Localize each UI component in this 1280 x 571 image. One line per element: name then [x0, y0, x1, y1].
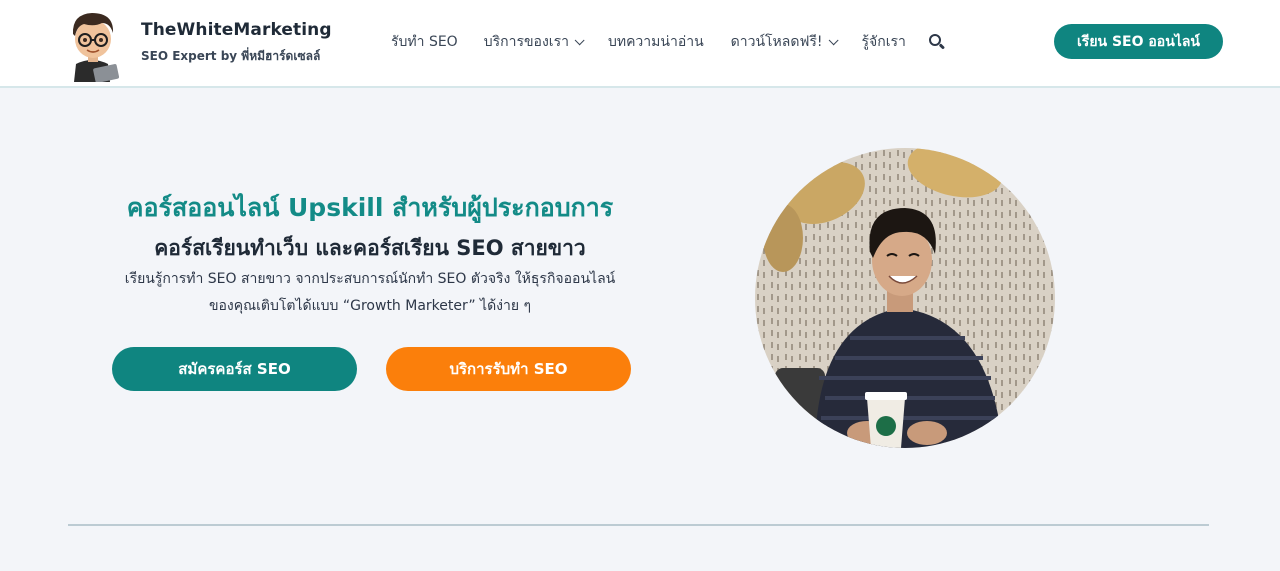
nav-item-label: บทความน่าอ่าน — [607, 34, 704, 50]
brand-title[interactable]: TheWhiteMarketing — [141, 20, 332, 40]
chevron-down-icon — [574, 34, 585, 45]
register-seo-course-button[interactable]: สมัครคอร์ส SEO — [112, 347, 357, 391]
nav-item-seo-service[interactable]: รับทำ SEO — [391, 31, 458, 53]
hero-subtitle: คอร์สเรียนทำเว็บ และคอร์สเรียน SEO สายขา… — [154, 236, 586, 260]
nav-item-our-services[interactable]: บริการของเรา — [483, 31, 585, 53]
seo-service-button[interactable]: บริการรับทำ SEO — [386, 347, 631, 391]
chevron-down-icon — [828, 34, 839, 45]
hero-description: เรียนรู้การทำ SEO สายขาว จากประสบการณ์นั… — [92, 266, 648, 320]
nav-item-about-us[interactable]: รู้จักเรา — [862, 31, 906, 53]
nav-item-articles[interactable]: บทความน่าอ่าน — [608, 31, 704, 53]
nav-item-label: ดาวน์โหลดฟรี! — [730, 34, 823, 50]
nav-item-label: บริการของเรา — [483, 34, 569, 50]
main-nav: รับทำ SEO บริการของเรา บทความน่าอ่าน ดาว… — [391, 30, 946, 54]
logo-avatar[interactable] — [64, 8, 122, 83]
brand-subtitle: SEO Expert by พี่หมีฮาร์ดเซลล์ — [141, 49, 321, 63]
hero-description-line: เรียนรู้การทำ SEO สายขาว จากประสบการณ์นั… — [124, 271, 616, 287]
hero-photo — [755, 148, 1055, 448]
nav-item-label: รับทำ SEO — [391, 34, 458, 50]
nav-item-label: รู้จักเรา — [861, 34, 906, 50]
site-header: TheWhiteMarketing SEO Expert by พี่หมีฮา… — [0, 0, 1280, 88]
section-divider — [68, 524, 1209, 526]
hero-description-line: ของคุณเติบโตได้แบบ “Growth Marketer” ได้… — [208, 298, 532, 314]
learn-seo-online-button[interactable]: เรียน SEO ออนไลน์ — [1054, 24, 1223, 59]
search-icon[interactable] — [928, 33, 946, 51]
hero-title: คอร์สออนไลน์ Upskill สำหรับผู้ประกอบการ — [126, 193, 614, 222]
nav-item-free-download[interactable]: ดาวน์โหลดฟรี! — [730, 31, 839, 53]
